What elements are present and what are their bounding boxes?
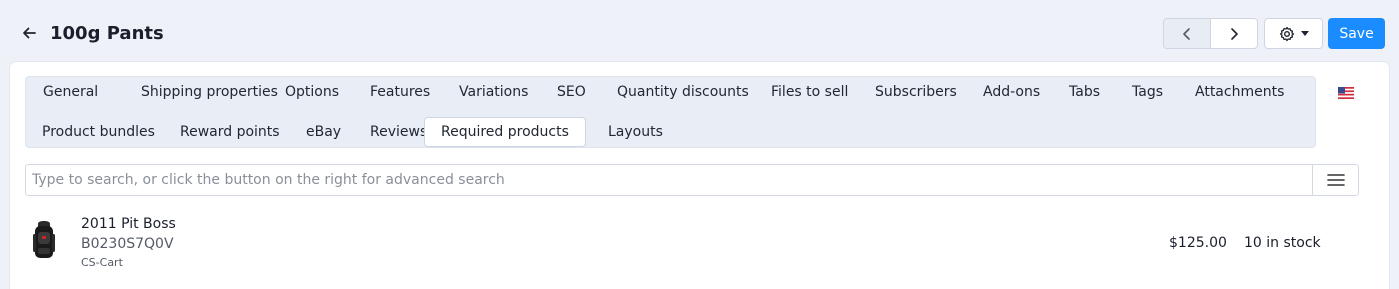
settings-dropdown-button[interactable]: [1264, 18, 1323, 49]
advanced-search-button[interactable]: [1312, 165, 1358, 195]
tab-variations[interactable]: Variations: [443, 77, 544, 107]
page-title: 100g Pants: [50, 23, 164, 44]
previous-product-button[interactable]: [1164, 19, 1211, 48]
product-name-link[interactable]: 2011 Pit Boss: [81, 216, 176, 232]
tab-options[interactable]: Options: [269, 77, 355, 107]
us-flag-icon[interactable]: [1338, 84, 1354, 99]
chevron-left-icon: [1183, 27, 1190, 40]
content-card: General Shipping properties Options Feature…: [10, 62, 1389, 289]
tab-tabs[interactable]: Tabs: [1053, 77, 1116, 107]
tab-seo[interactable]: SEO: [541, 77, 602, 107]
search-input[interactable]: [26, 165, 1326, 195]
gear-icon: [1279, 26, 1294, 41]
product-vendor: CS-Cart: [81, 256, 123, 269]
tab-bar: General Shipping properties Options Feature…: [25, 76, 1316, 148]
tab-product-bundles[interactable]: Product bundles: [26, 117, 171, 147]
tab-add-ons[interactable]: Add-ons: [967, 77, 1056, 107]
tab-subscribers[interactable]: Subscribers: [859, 77, 973, 107]
tab-general[interactable]: General: [27, 77, 114, 107]
tab-files-to-sell[interactable]: Files to sell: [755, 77, 864, 107]
caret-down-icon: [1300, 31, 1309, 36]
product-sku: B0230S7Q0V: [81, 236, 174, 252]
page-header: 100g Pants Save: [0, 0, 1399, 62]
tab-tags[interactable]: Tags: [1116, 77, 1179, 107]
next-product-button[interactable]: [1211, 19, 1257, 48]
search-box: [25, 164, 1359, 196]
product-row[interactable]: 2011 Pit Boss B0230S7Q0V CS-Cart $125.00…: [25, 210, 1359, 280]
product-price: $125.00: [1169, 235, 1227, 251]
save-button[interactable]: Save: [1328, 18, 1385, 49]
tab-ebay[interactable]: eBay: [290, 117, 357, 147]
tab-required-products[interactable]: Required products: [424, 117, 586, 147]
tab-quantity-discounts[interactable]: Quantity discounts: [601, 77, 765, 107]
hamburger-menu-icon: [1326, 174, 1345, 186]
product-stock: 10 in stock: [1244, 235, 1321, 251]
tab-layouts[interactable]: Layouts: [592, 117, 679, 147]
product-thumbnail: [29, 220, 59, 262]
prev-next-group: [1163, 18, 1258, 49]
tab-features[interactable]: Features: [354, 77, 446, 107]
tab-reward-points[interactable]: Reward points: [164, 117, 296, 147]
chevron-right-icon: [1231, 27, 1238, 40]
tab-attachments[interactable]: Attachments: [1179, 77, 1300, 107]
back-arrow-icon[interactable]: [18, 22, 40, 44]
